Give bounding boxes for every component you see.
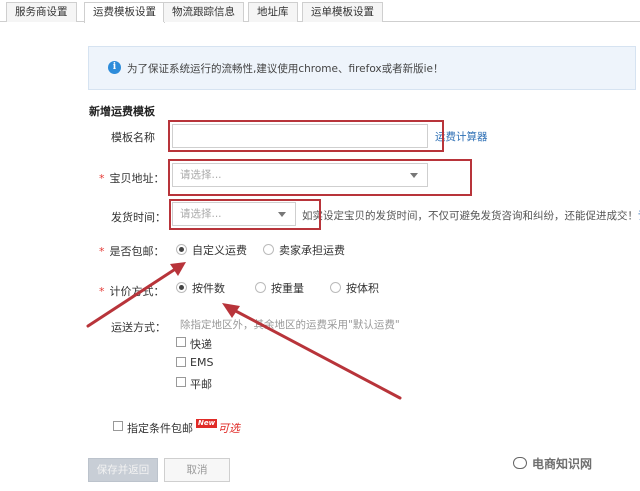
- arrowhead-free-shipping: [170, 262, 186, 276]
- save-and-return-button[interactable]: 保存并返回: [88, 458, 158, 482]
- template-name-label: 模板名称: [111, 131, 155, 144]
- cancel-button[interactable]: 取消: [164, 458, 230, 482]
- annotation-box-template-name: [168, 120, 444, 152]
- annotation-box-ship-time: [169, 199, 321, 230]
- tab-logistics-tracking[interactable]: 物流跟踪信息: [163, 2, 244, 22]
- arrowhead-pricing: [222, 303, 240, 318]
- origin-address-label: * 宝贝地址：: [99, 170, 165, 186]
- ems-label: EMS: [190, 356, 214, 369]
- new-badge: New: [196, 419, 218, 428]
- watermark-text: 电商知识网: [532, 457, 593, 471]
- express-checkbox[interactable]: [176, 337, 186, 347]
- custom-freight-label: 自定义运费: [192, 244, 247, 257]
- required-mark: *: [99, 285, 105, 298]
- by-piece-radio[interactable]: [176, 282, 187, 293]
- watermark-logo-icon: [513, 457, 527, 469]
- conditional-free-label: 指定条件包邮: [127, 422, 193, 435]
- surface-mail-checkbox[interactable]: [176, 377, 186, 387]
- browser-notice: i 为了保证系统运行的流畅性,建议使用chrome、firefox或者新版ie！: [88, 46, 636, 90]
- optional-label: 可选: [218, 422, 240, 435]
- delivery-method-label: 运送方式：: [111, 321, 166, 334]
- by-weight-label: 按重量: [271, 282, 304, 295]
- seller-pays-radio[interactable]: [263, 244, 274, 255]
- tab-freight-template[interactable]: 运费模板设置: [84, 2, 165, 23]
- ship-time-hint-text: 如实设定宝贝的发货时间，不仅可避免发货咨询和纠纷，还能促进成交！: [302, 210, 638, 222]
- required-mark: *: [99, 172, 105, 185]
- required-mark: *: [99, 245, 105, 258]
- by-volume-label: 按体积: [346, 282, 379, 295]
- section-title: 新增运费模板: [89, 105, 155, 118]
- free-shipping-label: * 是否包邮：: [99, 243, 165, 259]
- pricing-method-label-text: 计价方式：: [109, 285, 165, 298]
- tab-waybill-template[interactable]: 运单模板设置: [302, 2, 383, 22]
- info-icon: i: [108, 61, 121, 74]
- express-label: 快递: [190, 338, 212, 351]
- tab-address-book[interactable]: 地址库: [248, 2, 298, 22]
- free-shipping-label-text: 是否包邮：: [109, 245, 165, 258]
- origin-address-label-text: 宝贝地址：: [109, 172, 165, 185]
- delivery-hint: 除指定地区外，其余地区的运费采用"默认运费": [180, 319, 400, 331]
- ship-time-hint: 如实设定宝贝的发货时间，不仅可避免发货咨询和纠纷，还能促进成交！详情: [302, 208, 640, 223]
- ems-checkbox[interactable]: [176, 357, 186, 367]
- tab-service-provider[interactable]: 服务商设置: [6, 2, 77, 22]
- surface-mail-label: 平邮: [190, 378, 212, 391]
- notice-text: 为了保证系统运行的流畅性,建议使用chrome、firefox或者新版ie！: [127, 63, 444, 75]
- conditional-free-checkbox[interactable]: [113, 421, 123, 431]
- ship-time-label: 发货时间：: [111, 211, 166, 224]
- by-weight-radio[interactable]: [255, 282, 266, 293]
- by-volume-radio[interactable]: [330, 282, 341, 293]
- pricing-method-label: * 计价方式：: [99, 283, 165, 299]
- tab-bar: 服务商设置 运费模板设置 物流跟踪信息 地址库 运单模板设置: [0, 0, 640, 23]
- custom-freight-radio[interactable]: [176, 244, 187, 255]
- annotation-box-origin-address: [168, 159, 472, 196]
- seller-pays-label: 卖家承担运费: [279, 244, 345, 257]
- by-piece-label: 按件数: [192, 282, 225, 295]
